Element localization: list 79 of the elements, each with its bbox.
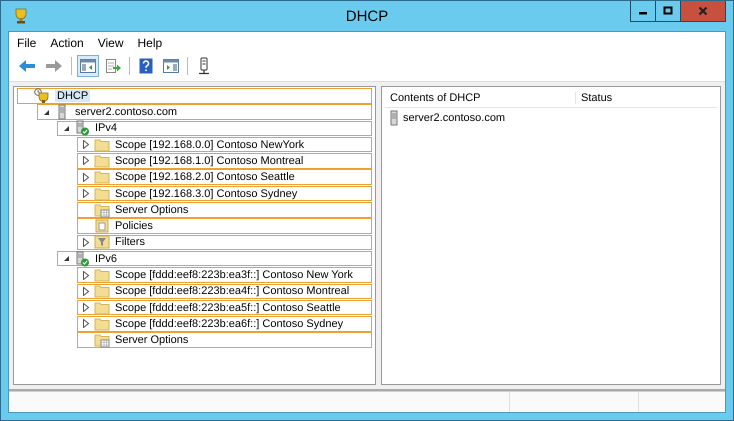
collapsed-caret-icon[interactable] [83, 238, 89, 247]
panel-icon [163, 59, 179, 73]
menu-item[interactable]: View [98, 36, 124, 50]
collapsed-caret-icon[interactable] [83, 270, 89, 280]
tree-item[interactable]: Server Options [77, 332, 372, 348]
tree-label: Scope [192.168.1.0] Contoso Montreal [115, 154, 304, 167]
server-tower-icon [198, 57, 210, 75]
tree-item[interactable]: Scope [192.168.1.0] Contoso Montreal [77, 153, 372, 169]
right-arrow-icon [45, 59, 63, 73]
tree-item[interactable]: Scope [192.168.2.0] Contoso Seattle [77, 169, 372, 185]
left-arrow-icon [18, 59, 36, 73]
tree-item[interactable]: DHCP [17, 88, 372, 104]
tree-item[interactable]: Server Options [77, 202, 372, 218]
menu-item[interactable]: Help [138, 36, 162, 50]
maximize-icon [663, 6, 673, 16]
collapsed-caret-icon[interactable] [83, 303, 89, 312]
tree-item[interactable]: Scope [fddd:eef8:223b:ea5f::] Contoso Seattle [77, 300, 372, 316]
folder-icon [94, 316, 110, 332]
window-title: DHCP [346, 8, 388, 24]
tree-label: IPv4 [95, 122, 118, 134]
collapsed-caret-icon[interactable] [83, 286, 89, 296]
funnel-icon [94, 234, 110, 250]
document-arrow-icon [105, 58, 121, 74]
tree-label: Scope [fddd:eef8:223b:ea4f::] Contoso Montreal [115, 285, 350, 298]
panel-icon [80, 59, 96, 73]
tree-label: IPv6 [95, 252, 118, 265]
server-check-icon [74, 250, 90, 267]
tree-label: Server Options [115, 334, 188, 346]
trophy-icon [14, 8, 28, 24]
column-header[interactable]: Status [576, 92, 618, 104]
menu-item[interactable]: Action [50, 36, 84, 50]
expanded-caret-icon[interactable] [62, 124, 70, 132]
tree-item[interactable]: Scope [fddd:eef8:223b:ea6f::] Contoso Sydney [77, 316, 372, 332]
document-icon [94, 218, 110, 234]
tree-label: Scope [fddd:eef8:223b:ea5f::] Contoso Seattle [115, 302, 341, 314]
collapsed-caret-icon[interactable] [83, 319, 89, 328]
tree-label: DHCP [55, 90, 90, 102]
collapsed-caret-icon[interactable] [83, 156, 89, 166]
tree-label: Filters [115, 236, 145, 248]
tree-label: Scope [fddd:eef8:223b:ea3f::] Contoso New York [115, 269, 353, 282]
close-icon [698, 6, 708, 16]
tree-item[interactable]: Scope [192.168.3.0] Contoso Sydney [77, 186, 372, 202]
tree-label: Policies [115, 220, 153, 232]
collapsed-caret-icon[interactable] [83, 140, 89, 150]
tree-item[interactable]: Policies [77, 218, 372, 234]
tree-item[interactable]: Scope [fddd:eef8:223b:ea4f::] Contoso Montreal [77, 284, 372, 300]
folder-icon [94, 152, 110, 169]
tree-label: Scope [192.168.3.0] Contoso Sydney [115, 188, 298, 200]
folder-grid-icon [94, 202, 110, 218]
tree-label: server2.contoso.com [75, 106, 178, 118]
folder-icon [94, 136, 110, 153]
folder-icon [94, 283, 110, 300]
server-check-icon [74, 120, 90, 136]
tree-item[interactable]: Filters [77, 234, 372, 250]
tree-item[interactable]: IPv4 [57, 120, 372, 136]
close-button[interactable] [680, 1, 726, 22]
collapsed-caret-icon[interactable] [83, 172, 89, 182]
collapsed-caret-icon[interactable] [83, 189, 89, 198]
folder-icon [94, 169, 110, 186]
server-icon [389, 110, 399, 126]
folder-icon [94, 300, 110, 316]
menu-item[interactable]: File [17, 36, 36, 50]
help-icon [139, 58, 153, 74]
tree-item[interactable]: IPv6 [57, 250, 372, 266]
column-header[interactable]: Contents of DHCP [385, 92, 576, 104]
tree-item[interactable]: server2.contoso.com [37, 104, 372, 120]
tree-label: Server Options [115, 204, 188, 216]
tree-label: Scope [192.168.2.0] Contoso Seattle [115, 171, 295, 184]
tree-item[interactable]: Scope [192.168.0.0] Contoso NewYork [77, 136, 372, 152]
minimize-button[interactable] [630, 1, 656, 22]
tree-label: Scope [fddd:eef8:223b:ea6f::] Contoso Sydney [115, 318, 344, 330]
folder-icon [94, 267, 110, 284]
expanded-caret-icon[interactable] [62, 255, 70, 262]
tree-item[interactable]: Scope [fddd:eef8:223b:ea3f::] Contoso New York [77, 267, 372, 283]
expanded-caret-icon[interactable] [42, 108, 50, 116]
tree-label: Scope [192.168.0.0] Contoso NewYork [115, 138, 304, 151]
folder-grid-icon [94, 332, 110, 348]
list-item[interactable]: server2.contoso.com [403, 112, 506, 124]
folder-icon [94, 186, 110, 202]
